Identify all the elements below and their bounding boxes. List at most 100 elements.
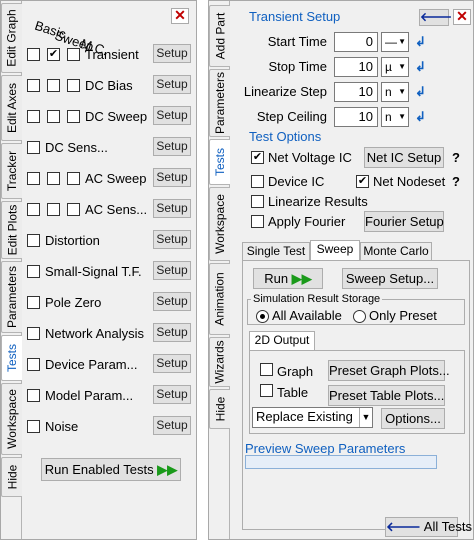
tab-hide[interactable]: Hide xyxy=(209,389,230,429)
close-icon[interactable]: ✕ xyxy=(171,8,189,24)
tab-wizards[interactable]: Wizards xyxy=(209,337,230,387)
preset-table-plots-button[interactable]: Preset Table Plots... xyxy=(328,385,445,406)
mc-checkbox[interactable] xyxy=(67,172,80,185)
setup-button[interactable]: Setup xyxy=(153,230,191,249)
field-value-input[interactable]: 10 xyxy=(334,107,378,127)
field-value-input[interactable]: 10 xyxy=(334,82,378,102)
all-tests-button[interactable]: 🡐 All Tests xyxy=(385,517,472,537)
chevron-down-icon: ▼ xyxy=(398,62,406,71)
table-checkbox[interactable] xyxy=(260,384,273,397)
basic-checkbox[interactable] xyxy=(27,203,40,216)
mc-checkbox[interactable] xyxy=(67,79,80,92)
run-enabled-tests-button[interactable]: Run Enabled Tests ▶▶ xyxy=(41,458,181,481)
setup-button[interactable]: Setup xyxy=(153,106,191,125)
close-icon[interactable]: ✕ xyxy=(453,9,471,25)
basic-checkbox[interactable] xyxy=(27,420,40,433)
setup-button[interactable]: Setup xyxy=(153,137,191,156)
setup-button[interactable]: Setup xyxy=(153,261,191,280)
setup-button[interactable]: Setup xyxy=(153,199,191,218)
setup-button[interactable]: Setup xyxy=(153,168,191,187)
basic-checkbox[interactable] xyxy=(27,48,40,61)
enter-icon[interactable]: ↲ xyxy=(415,59,426,75)
mc-checkbox[interactable] xyxy=(67,48,80,61)
tab-hide[interactable]: Hide xyxy=(1,457,22,497)
linearize-results-checkbox[interactable] xyxy=(251,195,264,208)
tab-edit-plots[interactable]: Edit Plots xyxy=(1,201,22,259)
mc-checkbox[interactable] xyxy=(67,203,80,216)
setup-button[interactable]: Setup xyxy=(153,385,191,404)
mc-checkbox[interactable] xyxy=(67,110,80,123)
tab-sweep[interactable]: Sweep xyxy=(310,240,360,261)
sweep-checkbox[interactable] xyxy=(47,110,60,123)
setup-button[interactable]: Setup xyxy=(153,44,191,63)
options-button[interactable]: Options... xyxy=(381,408,445,429)
basic-checkbox[interactable] xyxy=(27,296,40,309)
all-available-radio[interactable] xyxy=(256,310,269,323)
basic-checkbox[interactable] xyxy=(27,234,40,247)
fourier-setup-button[interactable]: Fourier Setup xyxy=(364,211,444,232)
field-value-input[interactable]: 10 xyxy=(334,57,378,77)
net-voltage-ic-checkbox[interactable]: ✔ xyxy=(251,151,264,164)
tab-tests[interactable]: Tests xyxy=(1,335,22,381)
tab-monte-carlo[interactable]: Monte Carlo xyxy=(360,242,432,261)
tab-single-test[interactable]: Single Test xyxy=(242,242,310,261)
tab-label: Parameters xyxy=(5,265,19,329)
run-button[interactable]: Run ▶▶ xyxy=(253,268,323,289)
tab-animation[interactable]: Animation xyxy=(209,263,230,335)
only-preset-radio[interactable] xyxy=(353,310,366,323)
setup-button[interactable]: Setup xyxy=(153,416,191,435)
unit-select[interactable]: µ ▼ xyxy=(381,57,409,77)
tests-panel-left: Edit Graph Edit Axes Tracker Edit Plots … xyxy=(0,0,197,540)
basic-checkbox[interactable] xyxy=(27,172,40,185)
tab-tests[interactable]: Tests xyxy=(209,139,230,185)
basic-checkbox[interactable] xyxy=(27,110,40,123)
setup-button[interactable]: Setup xyxy=(153,292,191,311)
setup-button[interactable]: Setup xyxy=(153,354,191,373)
tab-edit-graph[interactable]: Edit Graph xyxy=(1,3,22,73)
graph-checkbox[interactable] xyxy=(260,363,273,376)
tab-parameters[interactable]: Parameters xyxy=(209,69,230,137)
sweep-checkbox[interactable]: ✔ xyxy=(47,48,60,61)
preview-sweep-list xyxy=(245,455,437,469)
basic-checkbox[interactable] xyxy=(27,265,40,278)
help-icon[interactable]: ? xyxy=(452,150,460,165)
unit-select[interactable]: — ▼ xyxy=(381,32,409,52)
net-ic-setup-button[interactable]: Net IC Setup xyxy=(364,147,444,168)
setup-button[interactable]: Setup xyxy=(153,323,191,342)
help-icon[interactable]: ? xyxy=(452,174,460,189)
tab-label: Edit Axes xyxy=(5,82,19,134)
field-value-input[interactable]: 0 xyxy=(334,32,378,52)
unit-select[interactable]: n ▼ xyxy=(381,82,409,102)
setup-button[interactable]: Setup xyxy=(153,75,191,94)
basic-checkbox[interactable] xyxy=(27,327,40,340)
tab-label: Hide xyxy=(5,464,19,490)
basic-checkbox[interactable] xyxy=(27,389,40,402)
apply-fourier-checkbox[interactable] xyxy=(251,215,264,228)
enter-icon[interactable]: ↲ xyxy=(415,84,426,100)
enter-icon[interactable]: ↲ xyxy=(415,34,426,50)
sweep-checkbox[interactable] xyxy=(47,203,60,216)
back-arrow-icon: 🡐 xyxy=(386,519,421,534)
basic-checkbox[interactable] xyxy=(27,358,40,371)
tab-workspace[interactable]: Workspace xyxy=(1,383,22,455)
tab-edit-axes[interactable]: Edit Axes xyxy=(1,75,22,141)
device-ic-checkbox[interactable] xyxy=(251,175,264,188)
tab-add-part[interactable]: Add Part xyxy=(209,5,230,67)
back-arrow-icon[interactable]: 🡐 xyxy=(419,9,452,26)
basic-checkbox[interactable] xyxy=(27,79,40,92)
preset-graph-plots-button[interactable]: Preset Graph Plots... xyxy=(328,360,450,381)
enter-icon[interactable]: ↲ xyxy=(415,109,426,125)
tab-label: Edit Plots xyxy=(5,204,20,256)
sweep-checkbox[interactable] xyxy=(47,79,60,92)
net-nodeset-checkbox[interactable]: ✔ xyxy=(356,175,369,188)
unit-select[interactable]: n ▼ xyxy=(381,107,409,127)
sweep-checkbox[interactable] xyxy=(47,172,60,185)
basic-checkbox[interactable] xyxy=(27,141,40,154)
tab-tracker[interactable]: Tracker xyxy=(1,143,22,199)
sweep-setup-button[interactable]: Sweep Setup... xyxy=(342,268,438,289)
tab-workspace[interactable]: Workspace xyxy=(209,187,230,261)
tab-parameters[interactable]: Parameters xyxy=(1,261,22,333)
tab-2d-output[interactable]: 2D Output xyxy=(249,331,315,350)
analysis-label: Transient xyxy=(85,47,139,62)
replace-existing-select[interactable]: Replace Existing ▼ xyxy=(252,407,373,428)
